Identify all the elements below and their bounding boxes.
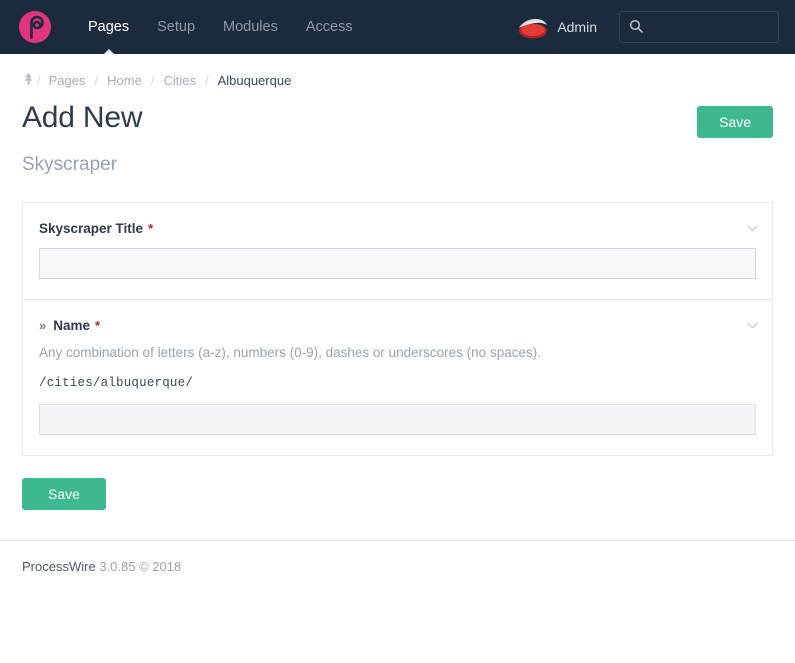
breadcrumb-current: Albuquerque (209, 73, 301, 88)
name-field-label: » Name * (39, 318, 756, 333)
processwire-logo-icon[interactable] (18, 10, 52, 44)
page-content: / Pages / Home / Cities / Albuquerque Ad… (0, 54, 795, 510)
search-box[interactable] (619, 11, 779, 43)
footer-version: 3.0.85 © 2018 (99, 559, 181, 574)
main-nav: Pages Setup Modules Access (74, 0, 367, 54)
nav-item-access-label: Access (306, 19, 353, 35)
navbar-right: Admin (516, 11, 779, 43)
top-navbar: Pages Setup Modules Access Admin (0, 0, 795, 54)
breadcrumb-item-cities[interactable]: Cities (154, 73, 205, 88)
required-marker: * (148, 222, 153, 235)
nav-item-modules[interactable]: Modules (209, 0, 292, 54)
search-icon (629, 19, 643, 36)
nav-item-modules-label: Modules (223, 19, 278, 35)
footer: ProcessWire 3.0.85 © 2018 (0, 541, 795, 592)
fieldset-title: Skyscraper Title * (23, 203, 772, 299)
skyscraper-title-input[interactable] (39, 248, 756, 279)
page-path-preview: /cities/albuquerque/ (39, 376, 756, 390)
page-header-text: Add New Skyscraper (22, 101, 142, 176)
add-page-form: Skyscraper Title * » Name * Any (22, 202, 773, 456)
page-name-input[interactable] (39, 404, 756, 435)
save-button-top[interactable]: Save (697, 106, 773, 138)
page-title: Add New (22, 101, 142, 136)
title-field-label: Skyscraper Title * (39, 221, 756, 236)
title-field-label-text: Skyscraper Title (39, 221, 143, 236)
footer-brand[interactable]: ProcessWire (22, 559, 96, 574)
fieldset-name: » Name * Any combination of letters (a-z… (23, 299, 772, 455)
user-menu-label: Admin (557, 19, 597, 35)
nav-item-access[interactable]: Access (292, 0, 367, 54)
page-subtitle: Skyscraper (22, 154, 142, 176)
name-field-label-text: Name (53, 318, 90, 333)
site-tree-icon[interactable] (22, 72, 35, 89)
expand-toggle-icon[interactable]: » (39, 318, 46, 333)
breadcrumb: / Pages / Home / Cities / Albuquerque (22, 54, 773, 95)
user-menu[interactable]: Admin (516, 16, 597, 39)
page-header: Add New Skyscraper Save (22, 95, 773, 176)
chevron-down-icon[interactable] (747, 221, 758, 234)
nav-item-setup[interactable]: Setup (143, 0, 209, 54)
save-button-bottom[interactable]: Save (22, 478, 106, 510)
breadcrumb-item-pages[interactable]: Pages (41, 73, 95, 88)
nav-item-pages[interactable]: Pages (74, 0, 143, 54)
user-avatar (516, 16, 550, 39)
search-input[interactable] (651, 19, 769, 36)
nav-item-pages-label: Pages (88, 19, 129, 35)
breadcrumb-item-home[interactable]: Home (98, 73, 151, 88)
chevron-down-icon[interactable] (747, 318, 758, 331)
required-marker: * (95, 319, 100, 332)
nav-item-setup-label: Setup (157, 19, 195, 35)
name-field-note: Any combination of letters (a-z), number… (39, 345, 756, 360)
